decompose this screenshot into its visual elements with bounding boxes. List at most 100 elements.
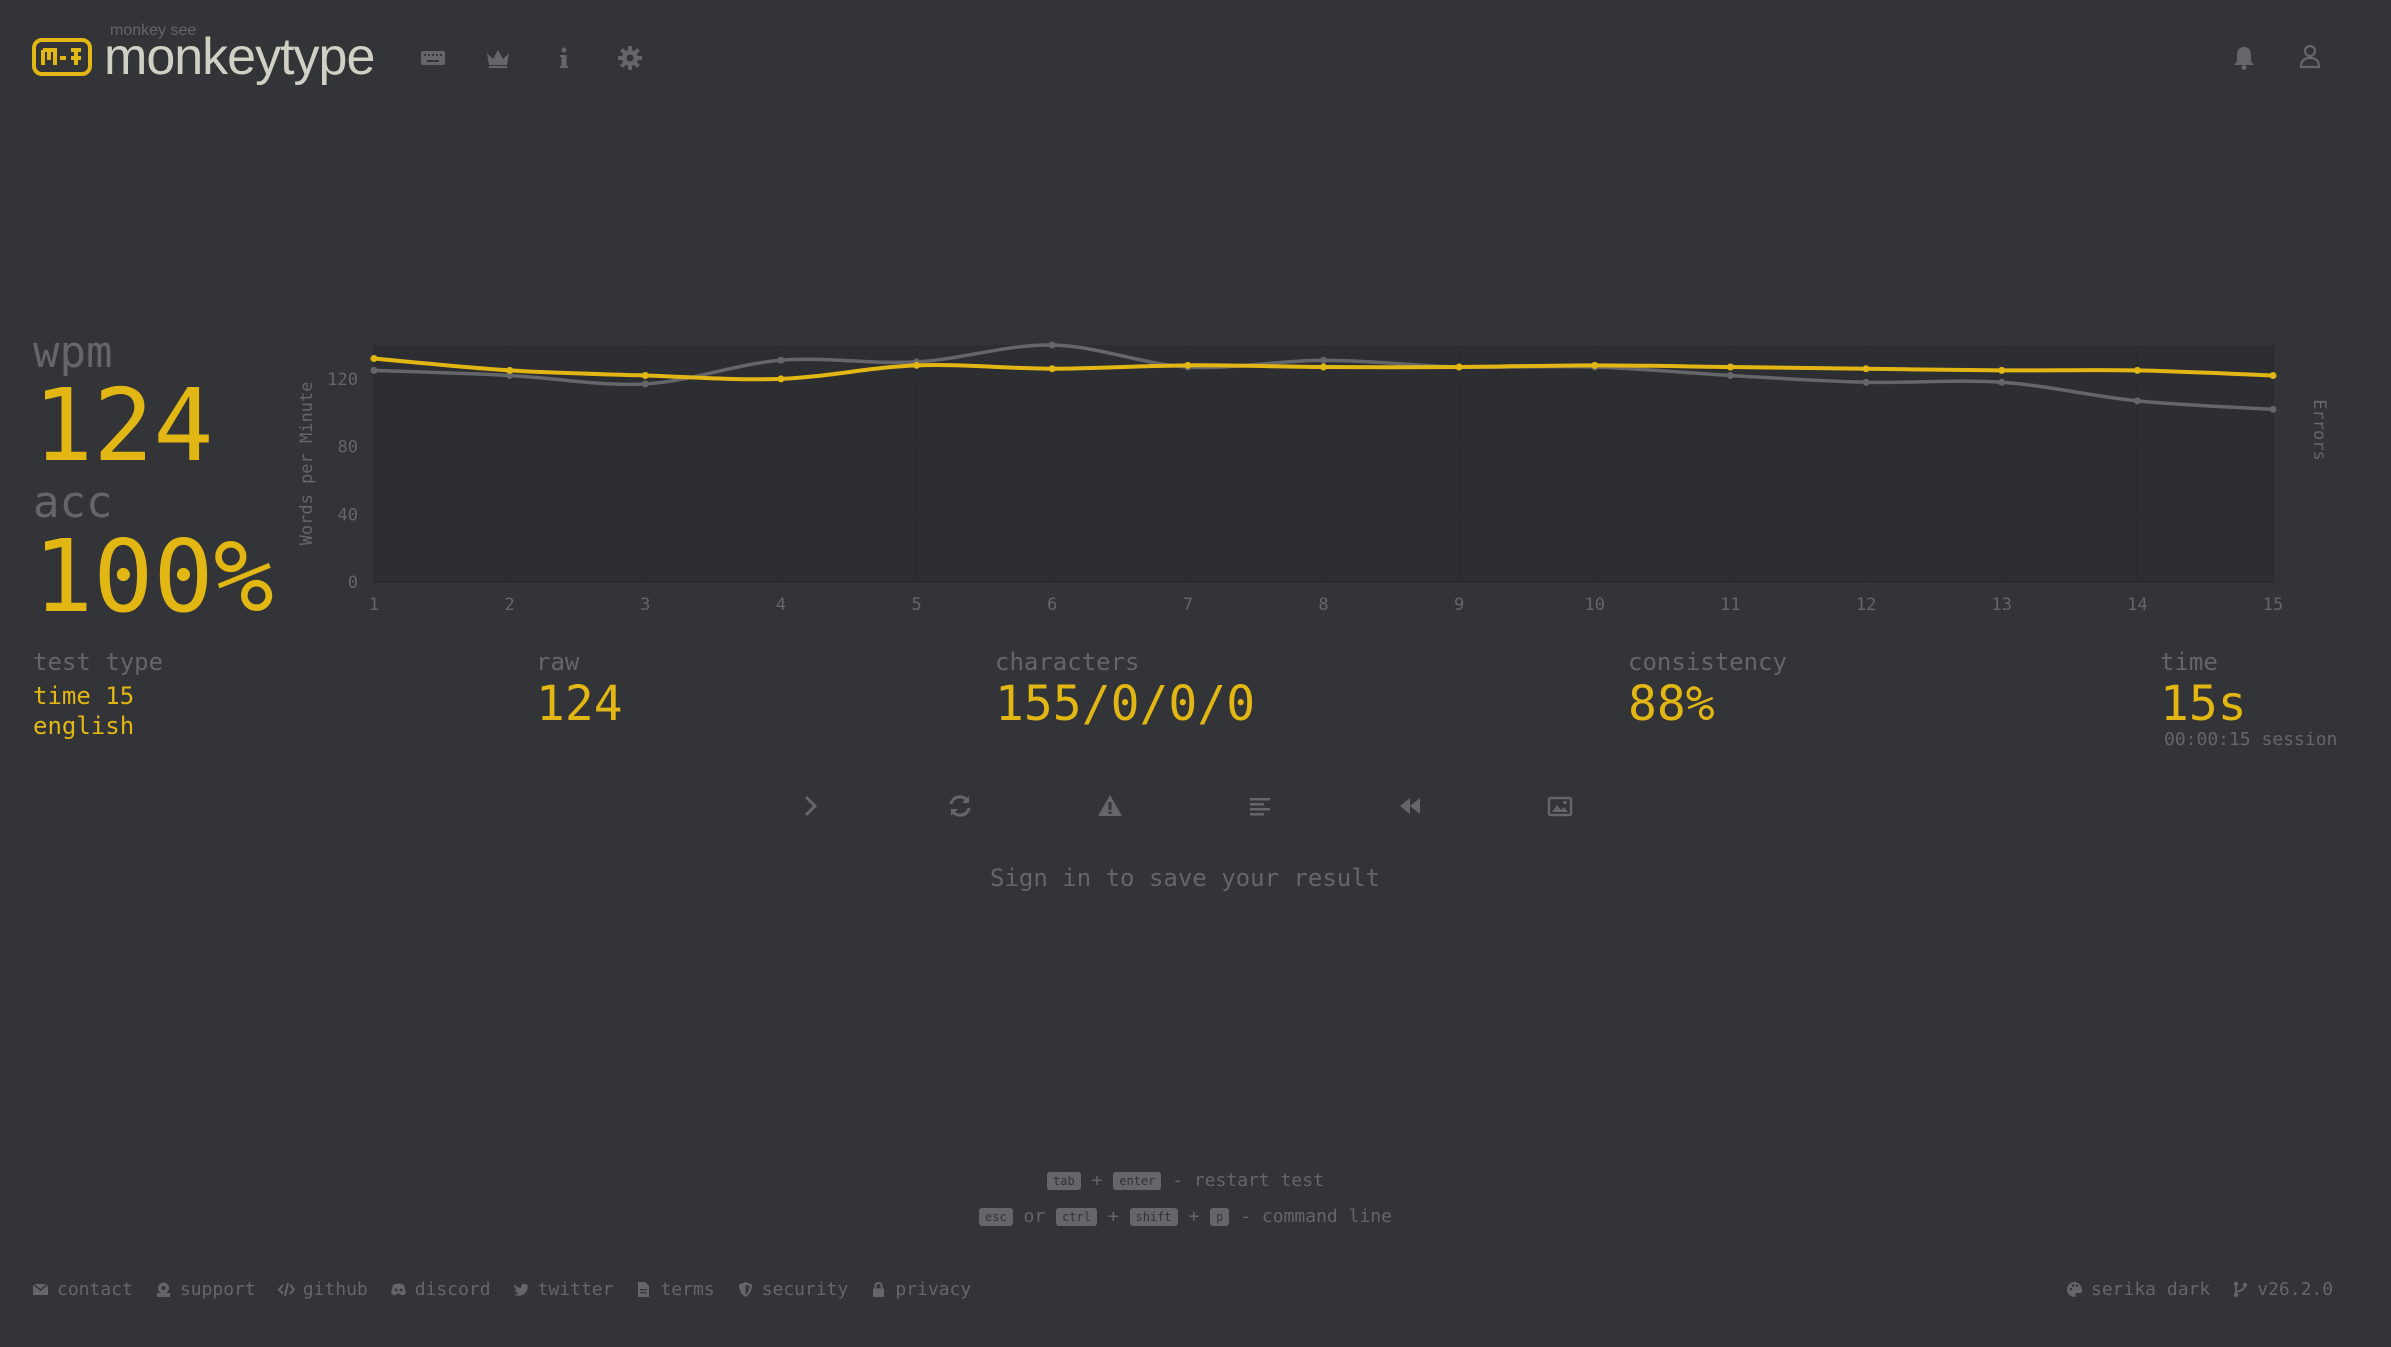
data-point	[2269, 405, 2277, 413]
logo-icon[interactable]	[32, 38, 92, 76]
time-label: time	[2160, 648, 2218, 676]
data-point	[1184, 361, 1192, 369]
version-label: v26.2.0	[2257, 1279, 2334, 1300]
data-point	[2269, 371, 2277, 379]
replay-icon[interactable]	[1390, 786, 1430, 826]
footer-right: serika dark v26.2.0	[2066, 1279, 2333, 1300]
time-session: 00:00:15 session	[2164, 729, 2338, 750]
discord-icon	[390, 1283, 406, 1296]
data-point	[1726, 371, 1734, 379]
test-type-label: test type	[33, 648, 164, 676]
wpm-value: 124	[33, 367, 214, 484]
data-point	[1998, 378, 2006, 386]
data-point	[641, 371, 649, 379]
data-point	[1591, 361, 1599, 369]
characters-label: characters	[995, 648, 1140, 676]
footer-link-label: github	[302, 1279, 368, 1300]
key-enter: enter	[1113, 1172, 1162, 1190]
palette-icon	[2067, 1282, 2082, 1297]
words-history-icon[interactable]	[1240, 786, 1280, 826]
data-point	[1726, 363, 1734, 371]
data-point	[370, 366, 378, 374]
x-tick-label: 2	[505, 595, 515, 615]
hint-plus: +	[1188, 1206, 1200, 1227]
footer-link-label: support	[179, 1279, 256, 1300]
x-tick-label: 4	[776, 595, 786, 615]
y2-axis-label: Errors	[2309, 399, 2329, 460]
info-icon[interactable]	[546, 40, 582, 76]
x-tick-label: 15	[2263, 595, 2283, 615]
footer-link-discord[interactable]: discord	[390, 1279, 491, 1300]
characters-value: 155/0/0/0	[995, 676, 1256, 732]
bell-icon[interactable]	[2226, 40, 2262, 76]
data-point	[1862, 365, 1870, 373]
shield-icon	[738, 1282, 752, 1297]
wpm-chart: 040801201 2 3 4 5 6 7 8 9 10 11 12 13 14 15Words per M…	[297, 341, 2329, 615]
sign-in-message[interactable]: Sign in to save your result	[990, 864, 1380, 892]
data-point	[2133, 397, 2141, 405]
key-ctrl: ctrl	[1056, 1208, 1097, 1226]
x-tick-label: 8	[1318, 595, 1328, 615]
footer-link-twitter[interactable]: twitter	[513, 1279, 613, 1300]
screenshot-icon[interactable]	[1540, 786, 1580, 826]
data-point	[641, 380, 649, 388]
data-point	[913, 361, 921, 369]
code-icon	[277, 1282, 295, 1297]
restart-hint-text: - restart test	[1172, 1170, 1324, 1191]
consistency-value: 88%	[1628, 676, 1715, 732]
envelope-icon	[32, 1283, 49, 1295]
warning-icon[interactable]	[1090, 786, 1130, 826]
theme-button[interactable]: serika dark	[2066, 1279, 2210, 1300]
command-line-hint: esc or ctrl + shift + p - command line	[979, 1206, 1392, 1227]
footer-link-label: discord	[414, 1279, 491, 1300]
x-tick-label: 11	[1720, 595, 1740, 615]
data-point	[1998, 366, 2006, 374]
footer-link-label: terms	[660, 1279, 715, 1300]
user-icon[interactable]	[2292, 38, 2328, 74]
footer-link-privacy[interactable]: privacy	[870, 1279, 971, 1300]
footer-link-label: privacy	[895, 1279, 972, 1300]
footer-link-support[interactable]: support	[155, 1279, 256, 1300]
test-type-language: english	[33, 712, 135, 740]
theme-label: serika dark	[2091, 1279, 2211, 1300]
x-tick-label: 12	[1856, 595, 1876, 615]
x-tick-label: 7	[1183, 595, 1193, 615]
next-test-icon[interactable]	[790, 786, 830, 826]
restart-hint: tab + enter - restart test	[1047, 1170, 1324, 1191]
footer-link-github[interactable]: github	[277, 1279, 368, 1300]
logo-title[interactable]: monkeytype	[104, 24, 375, 90]
gear-icon[interactable]	[612, 40, 648, 76]
x-tick-label: 5	[911, 595, 921, 615]
y-tick-label: 0	[348, 573, 358, 593]
version-button[interactable]: v26.2.0	[2232, 1279, 2333, 1300]
key-shift: shift	[1129, 1208, 1178, 1226]
x-tick-label: 14	[2127, 595, 2147, 615]
x-tick-label: 3	[640, 595, 650, 615]
data-point	[1048, 341, 1056, 349]
x-tick-label: 1	[369, 595, 379, 615]
restart-icon[interactable]	[940, 786, 980, 826]
data-point	[777, 356, 785, 364]
footer-link-security[interactable]: security	[737, 1279, 848, 1300]
document-icon	[638, 1282, 650, 1297]
consistency-label: consistency	[1628, 648, 1787, 676]
y-tick-label: 40	[338, 505, 358, 525]
footer-link-label: contact	[57, 1279, 133, 1300]
key-p: p	[1210, 1208, 1230, 1226]
keyboard-icon[interactable]	[415, 40, 451, 76]
crown-icon[interactable]	[480, 40, 516, 76]
data-point	[1320, 363, 1327, 371]
raw-label: raw	[536, 648, 580, 676]
data-point	[1862, 378, 1870, 386]
hint-or: or	[1023, 1206, 1046, 1227]
twitter-icon	[513, 1283, 529, 1296]
y-axis-label: Words per Minute	[297, 382, 317, 546]
x-tick-label: 6	[1047, 595, 1057, 615]
y-tick-label: 80	[338, 438, 358, 458]
donate-icon	[156, 1282, 170, 1297]
code-branch-icon	[2234, 1281, 2248, 1298]
key-esc: esc	[979, 1208, 1013, 1226]
footer-link-contact[interactable]: contact	[32, 1279, 133, 1300]
footer-link-terms[interactable]: terms	[635, 1279, 715, 1300]
data-point	[370, 355, 378, 363]
